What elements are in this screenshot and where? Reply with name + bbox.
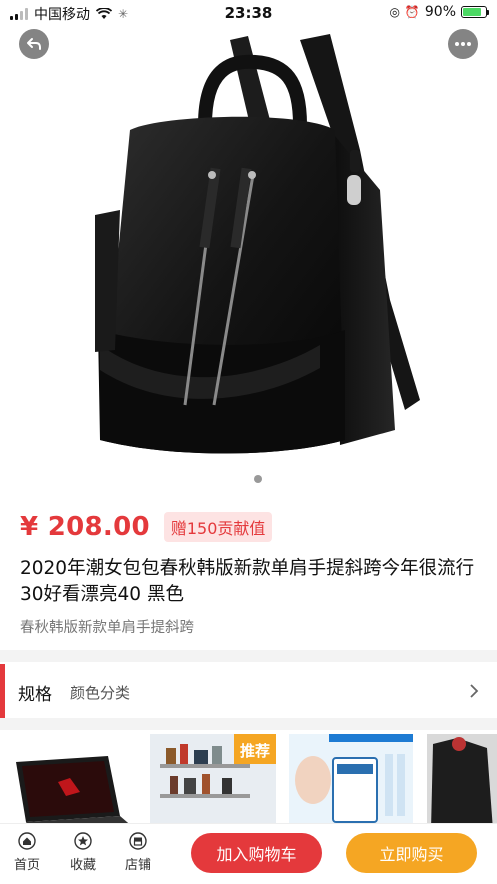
recommended-product[interactable] <box>289 734 413 830</box>
recommended-product[interactable]: 推荐 <box>150 734 276 830</box>
battery-percent: 90% <box>424 4 456 20</box>
laptop-product-image <box>16 756 134 830</box>
more-dots-icon <box>455 42 471 46</box>
nav-favorite[interactable]: 收藏 <box>63 832 103 873</box>
recommendation-strip: 推荐 <box>0 734 497 830</box>
face-mask-product-image <box>289 734 413 830</box>
shelf-product-image: 推荐 <box>150 734 276 830</box>
spec-selector[interactable]: 规格 颜色分类 <box>0 664 497 718</box>
back-button[interactable] <box>19 29 49 59</box>
chevron-right-icon <box>470 684 479 698</box>
spec-accent-bar <box>0 664 5 718</box>
contribution-badge: 赠150贡献值 <box>163 512 273 542</box>
carousel-indicator <box>254 475 262 483</box>
back-arrow-icon <box>27 38 41 50</box>
nav-home[interactable]: 首页 <box>7 832 47 873</box>
product-title: 2020年潮女包包春秋韩版新款单肩手提斜跨今年很流行30好看漂亮40 黑色 <box>20 558 475 605</box>
nav-store-label: 店铺 <box>124 858 151 873</box>
store-icon <box>129 832 147 850</box>
recommended-product[interactable] <box>8 734 138 830</box>
product-image[interactable] <box>0 0 497 470</box>
clothing-product-image <box>427 734 497 830</box>
alarm-icon: ⏰ <box>404 5 420 19</box>
product-price: ¥ 208.00 <box>20 512 150 542</box>
product-subtitle: 春秋韩版新款单肩手提斜跨 <box>20 620 194 636</box>
section-divider <box>0 718 497 730</box>
nav-home-label: 首页 <box>13 858 40 873</box>
price-row: ¥ 208.00 赠150贡献值 <box>20 512 273 542</box>
status-bar: 中国移动 ✳ 23:38 ◎ ⏰ 90% <box>0 0 497 26</box>
star-icon <box>74 832 92 850</box>
svg-text:推荐: 推荐 <box>240 742 270 760</box>
orientation-lock-icon: ◎ <box>389 5 400 19</box>
section-divider <box>0 650 497 662</box>
backpack-image <box>95 34 420 454</box>
more-button[interactable] <box>448 29 478 59</box>
battery-icon <box>461 6 489 18</box>
spec-label: 规格 <box>18 685 52 705</box>
nav-favorite-label: 收藏 <box>69 858 96 873</box>
bottom-action-bar: 首页 收藏 店铺 加入购物车 立即购买 <box>0 823 497 884</box>
add-to-cart-button[interactable]: 加入购物车 <box>191 833 322 873</box>
nav-store[interactable]: 店铺 <box>118 832 158 873</box>
spec-value: 颜色分类 <box>70 684 131 702</box>
home-icon <box>18 832 36 850</box>
buy-now-button[interactable]: 立即购买 <box>346 833 477 873</box>
recommended-product[interactable] <box>427 734 497 830</box>
